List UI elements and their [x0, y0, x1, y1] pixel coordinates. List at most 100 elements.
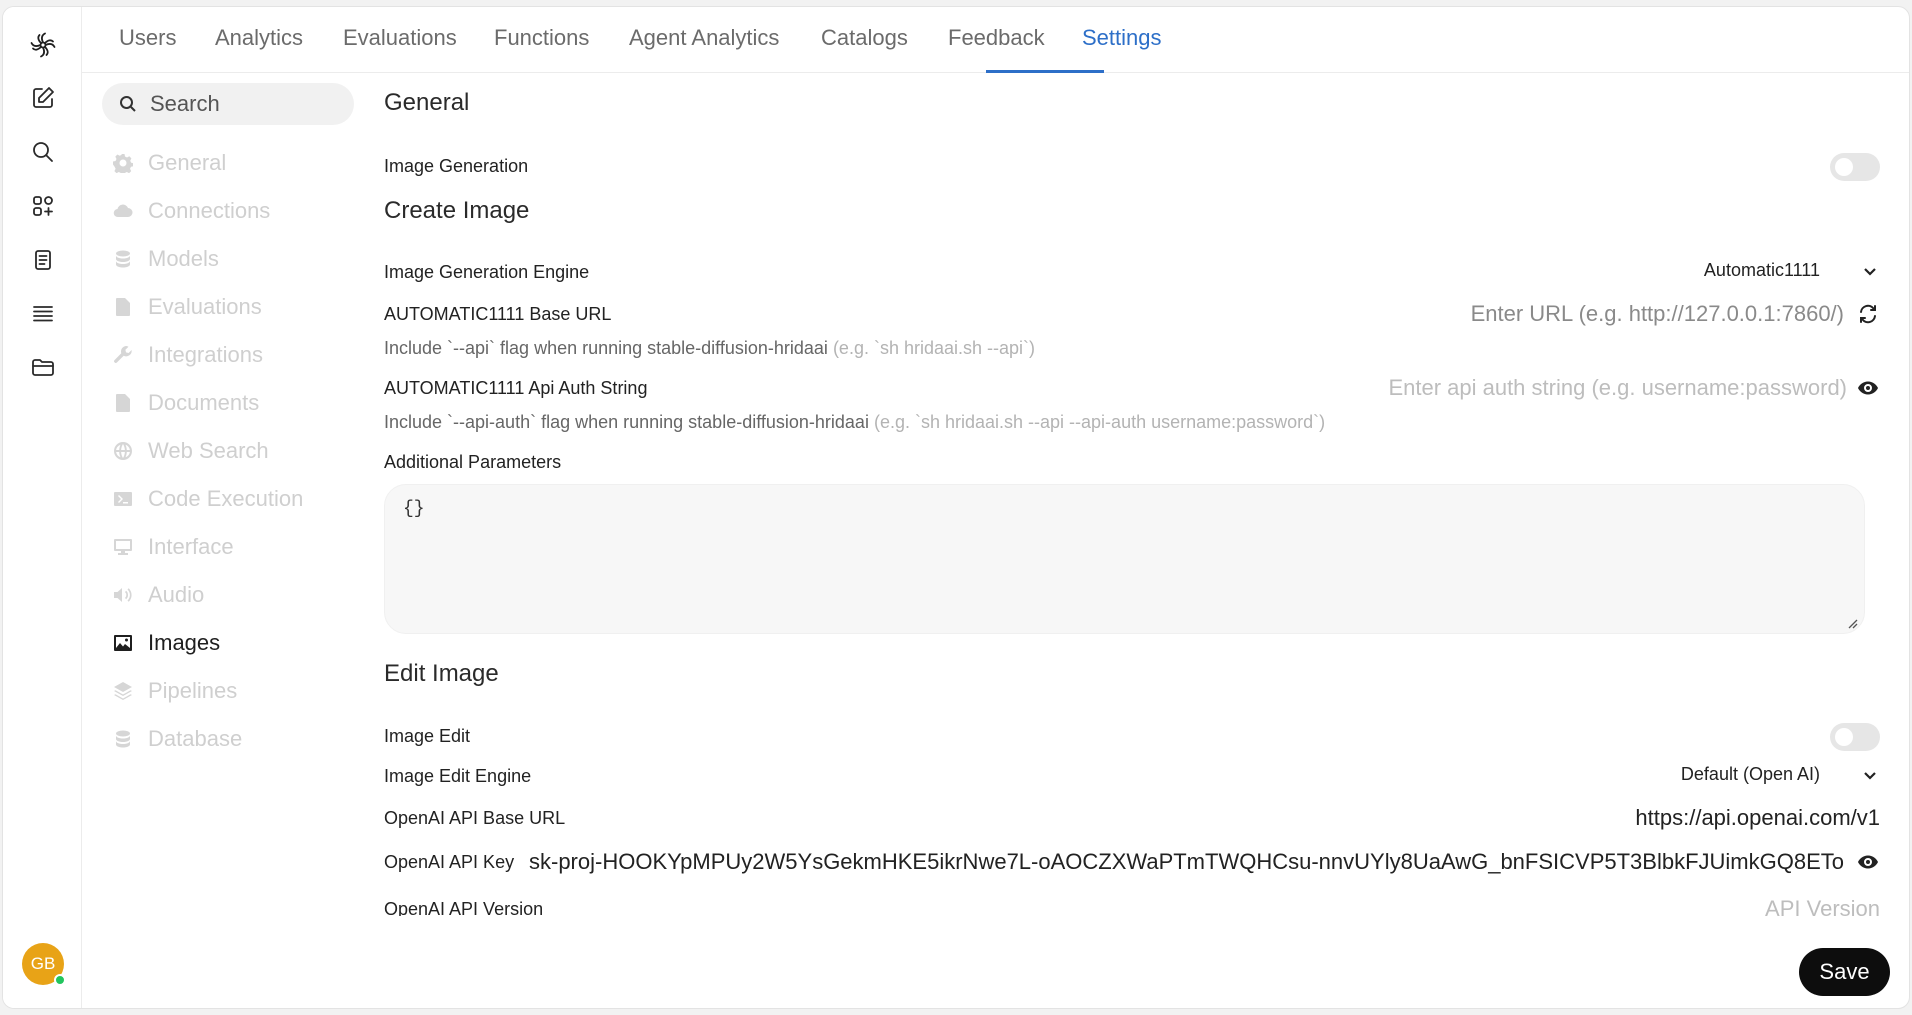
tab-feedback[interactable]: Feedback — [948, 25, 1045, 51]
chevron-down-icon — [1864, 771, 1876, 780]
speaker-icon — [112, 584, 134, 606]
image-edit-toggle[interactable] — [1830, 723, 1880, 751]
settings-search[interactable] — [102, 83, 354, 125]
sidebar-item-integrations[interactable]: Integrations — [112, 340, 263, 370]
sidebar-item-label: Evaluations — [148, 294, 262, 319]
new-chat-icon[interactable] — [23, 78, 63, 118]
sidebar-item-models[interactable]: Models — [112, 244, 219, 274]
create-image-heading: Create Image — [384, 197, 530, 224]
api-key-label: OpenAI API Key — [384, 852, 515, 872]
sidebar-item-general[interactable]: General — [112, 148, 226, 178]
sidebar-item-pipelines[interactable]: Pipelines — [112, 676, 237, 706]
globe-icon — [112, 440, 134, 462]
sidebar-item-documents[interactable]: Documents — [112, 388, 259, 418]
api-key-input[interactable] — [529, 847, 1844, 877]
gear-icon — [112, 152, 134, 174]
sidebar-item-label: Images — [148, 630, 221, 655]
auth-hint-text: Include `--api-auth` flag when running s… — [384, 412, 869, 432]
sidebar-item-database[interactable]: Database — [112, 724, 242, 754]
search-icon[interactable] — [23, 132, 63, 172]
edit-engine-label: Image Edit Engine — [384, 766, 532, 786]
api-base-input[interactable] — [1160, 803, 1880, 833]
sidebar-item-interface[interactable]: Interface — [112, 532, 234, 562]
cloud-icon — [112, 200, 134, 222]
auth-hint-example: (e.g. `sh hridaai.sh --api --api-auth us… — [873, 412, 1326, 432]
sidebar-item-label: Web Search — [148, 438, 269, 463]
engine-label: Image Generation Engine — [384, 262, 590, 282]
base-url-label: AUTOMATIC1111 Base URL — [384, 304, 612, 324]
search-input[interactable] — [150, 91, 340, 117]
engine-select-value: Automatic1111 — [1703, 260, 1820, 280]
tab-catalogs[interactable]: Catalogs — [821, 25, 908, 51]
base-url-hint-text: Include `--api` flag when running stable… — [384, 338, 828, 358]
tab-agent-analytics[interactable]: Agent Analytics — [629, 25, 779, 51]
online-status-dot — [54, 974, 66, 986]
refresh-icon[interactable] — [1856, 302, 1880, 326]
edit-engine-select[interactable]: Default (Open AI) — [1681, 764, 1880, 785]
edit-engine-select-value: Default (Open AI) — [1680, 764, 1820, 784]
monitor-icon — [112, 536, 134, 558]
wrench-icon — [112, 344, 134, 366]
base-url-input[interactable] — [1124, 299, 1844, 329]
database-icon — [112, 728, 134, 750]
top-tabs: Users Analytics Evaluations Functions Ag… — [82, 7, 1909, 73]
logo-icon[interactable] — [23, 25, 63, 65]
api-base-label: OpenAI API Base URL — [384, 808, 566, 828]
engine-select[interactable]: Automatic1111 — [1704, 260, 1880, 281]
sidebar-item-evaluations[interactable]: Evaluations — [112, 292, 262, 322]
folder-icon[interactable] — [23, 347, 63, 387]
sidebar-item-label: Documents — [148, 390, 260, 415]
database-icon — [112, 248, 134, 270]
auth-hint: Include `--api-auth` flag when running s… — [384, 412, 1325, 433]
eye-icon[interactable] — [1856, 850, 1880, 874]
sidebar-item-label: Code Execution — [148, 486, 304, 511]
tab-settings[interactable]: Settings — [1082, 25, 1162, 51]
sidebar-item-web-search[interactable]: Web Search — [112, 436, 269, 466]
tab-analytics[interactable]: Analytics — [215, 25, 303, 51]
params-label: Additional Parameters — [384, 452, 562, 472]
left-rail: GB — [3, 7, 82, 1008]
image-icon — [112, 632, 134, 654]
sidebar-item-code-execution[interactable]: Code Execution — [112, 484, 303, 514]
sidebar-item-label: Models — [148, 246, 219, 271]
eye-icon[interactable] — [1856, 376, 1880, 400]
sidebar-item-label: General — [148, 150, 227, 175]
sidebar-item-label: Audio — [148, 582, 205, 607]
sidebar-item-images[interactable]: Images — [112, 628, 220, 658]
document-lock-icon — [112, 392, 134, 414]
auth-label: AUTOMATIC1111 Api Auth String — [384, 378, 648, 398]
tab-functions[interactable]: Functions — [494, 25, 589, 51]
workspace-icon[interactable] — [23, 186, 63, 226]
layers-icon — [112, 680, 134, 702]
sidebar-item-connections[interactable]: Connections — [112, 196, 270, 226]
auth-input[interactable] — [1127, 373, 1847, 403]
edit-image-heading: Edit Image — [384, 660, 499, 687]
general-heading: General — [384, 89, 470, 116]
params-value: {} — [403, 499, 425, 519]
sidebar-item-audio[interactable]: Audio — [112, 580, 204, 610]
save-button[interactable]: Save — [1799, 948, 1890, 996]
sidebar-item-label: Connections — [148, 198, 271, 223]
base-url-hint-example: (e.g. `sh hridaai.sh --api`) — [832, 338, 1036, 358]
notes-icon[interactable] — [23, 240, 63, 280]
resize-handle-icon[interactable] — [1846, 617, 1858, 629]
avatar-initials: GB — [30, 954, 56, 973]
image-generation-label: Image Generation — [384, 156, 529, 176]
sidebar-item-label: Database — [148, 726, 243, 751]
sidebar-item-label: Interface — [148, 534, 234, 559]
sidebar-item-label: Pipelines — [148, 678, 238, 703]
sidebar-item-label: Integrations — [148, 342, 263, 367]
api-version-label: OpenAI API Version — [384, 899, 544, 916]
document-chart-icon — [112, 296, 134, 318]
chevron-down-icon — [1864, 267, 1876, 276]
api-version-input[interactable] — [1480, 894, 1880, 916]
image-generation-toggle[interactable] — [1830, 153, 1880, 181]
image-edit-label: Image Edit — [384, 726, 471, 746]
list-icon[interactable] — [23, 294, 63, 334]
app-window: GB Users Analytics Evaluations Functions… — [2, 6, 1910, 1009]
terminal-icon — [112, 488, 134, 510]
tab-evaluations[interactable]: Evaluations — [343, 25, 457, 51]
images-settings-panel: General Image Generation Create Image Im… — [384, 73, 1880, 916]
tab-users[interactable]: Users — [119, 25, 176, 51]
params-textarea[interactable]: {} — [384, 484, 1865, 634]
